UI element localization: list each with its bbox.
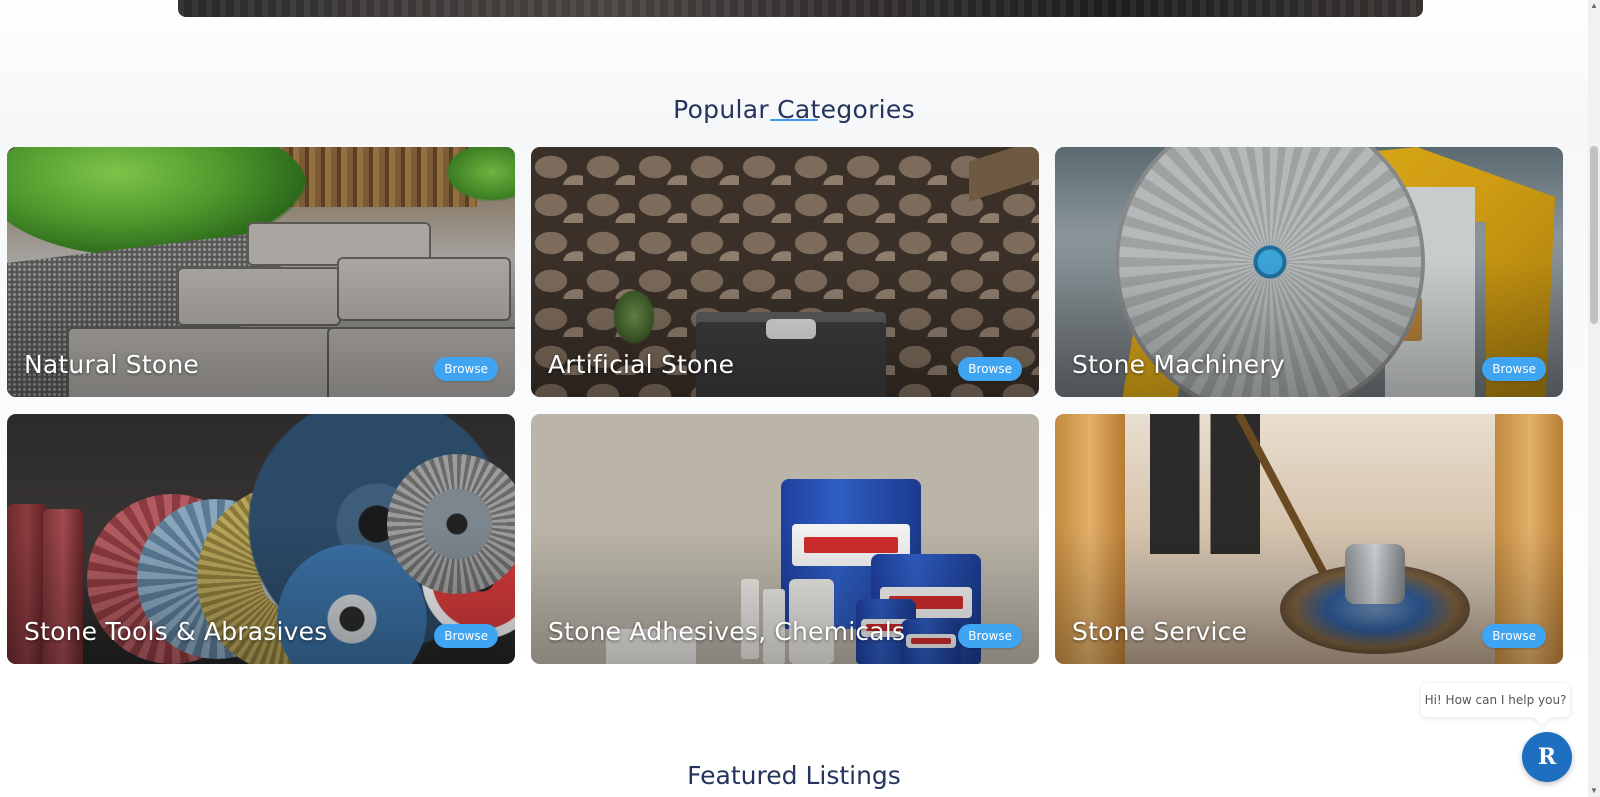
category-card-stone-service[interactable]: Stone Service Browse (1055, 414, 1563, 664)
category-card-natural-stone[interactable]: Natural Stone Browse (7, 147, 515, 397)
browse-button[interactable]: Browse (434, 357, 498, 381)
browse-button[interactable]: Browse (434, 624, 498, 648)
scroll-up-icon[interactable]: ▲ (1590, 2, 1598, 10)
browse-button[interactable]: Browse (1482, 624, 1546, 648)
category-label: Stone Adhesives, Chemicals (548, 617, 906, 646)
category-label: Natural Stone (24, 350, 199, 379)
category-card-stone-machinery[interactable]: Stone Machinery Browse (1055, 147, 1563, 397)
category-card-stone-adhesives-chemicals[interactable]: Stone Adhesives, Chemicals Browse (531, 414, 1039, 664)
category-label: Stone Service (1072, 617, 1248, 646)
featured-listings-title: Featured Listings (687, 760, 901, 790)
title-underline (770, 119, 818, 121)
page: Popular Categories Natural Stone Browse (0, 0, 1600, 797)
scroll-down-icon[interactable]: ▼ (1590, 787, 1598, 795)
chat-logo-icon: R (1537, 744, 1557, 770)
chat-launcher-button[interactable]: R (1522, 732, 1572, 782)
category-label: Stone Machinery (1072, 350, 1285, 379)
browse-button[interactable]: Browse (1482, 357, 1546, 381)
top-banner-image (178, 0, 1423, 17)
chat-greeting-bubble[interactable]: Hi! How can I help you? (1421, 683, 1570, 717)
browse-button[interactable]: Browse (958, 624, 1022, 648)
scroll-thumb[interactable] (1590, 146, 1598, 324)
category-label: Stone Tools & Abrasives (24, 617, 328, 646)
category-card-stone-tools-abrasives[interactable]: Stone Tools & Abrasives Browse (7, 414, 515, 664)
browse-button[interactable]: Browse (958, 357, 1022, 381)
page-scrollbar[interactable]: ▲ ▼ (1588, 0, 1600, 797)
category-card-artificial-stone[interactable]: Artificial Stone Browse (531, 147, 1039, 397)
category-label: Artificial Stone (548, 350, 735, 379)
